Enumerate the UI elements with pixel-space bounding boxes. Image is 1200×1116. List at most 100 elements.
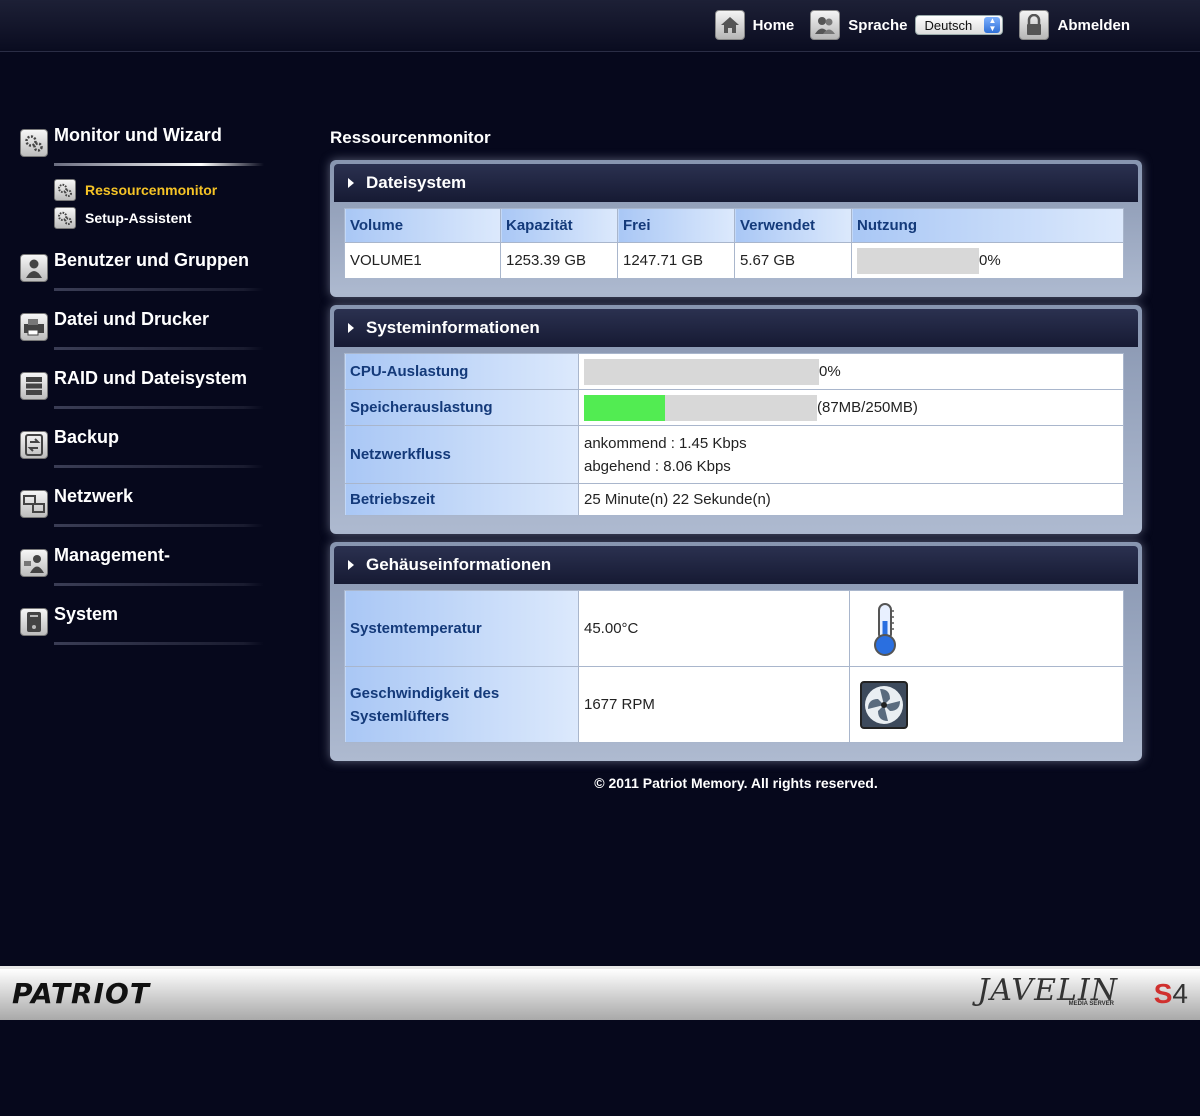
used-cell: 5.67 GB xyxy=(734,242,852,279)
sidebar-section-network: Netzwerk xyxy=(20,486,280,527)
page-title: Ressourcenmonitor xyxy=(330,128,491,147)
sidebar-item-label: Netzwerk xyxy=(54,486,134,506)
free-cell: 1247.71 GB xyxy=(617,242,735,279)
management-icon xyxy=(20,549,48,577)
panel-title: Gehäuseinformationen xyxy=(366,555,552,574)
sidebar-item-backup[interactable]: Backup xyxy=(20,427,280,459)
sidebar-divider xyxy=(54,583,264,586)
memory-label: Speicherauslastung xyxy=(344,389,579,426)
sidebar-item-label: Benutzer und Gruppen xyxy=(54,250,249,270)
s4-logo-number: 4 xyxy=(1172,978,1188,1009)
language-select[interactable]: Deutsch ▲ ▼ xyxy=(915,15,1004,35)
gears-icon xyxy=(54,179,76,201)
sidebar-item-label: Backup xyxy=(54,427,120,447)
sidebar: Monitor und Wizard Ressourcenmonitor Set… xyxy=(20,125,280,663)
home-link[interactable]: Home xyxy=(714,10,795,40)
expand-triangle-icon xyxy=(348,178,354,188)
uptime-value: 25 Minute(n) 22 Sekunde(n) xyxy=(578,483,1124,516)
fan-label-line: Systemlüfters xyxy=(350,707,450,725)
home-label: Home xyxy=(752,16,795,34)
filesystem-panel: Dateisystem Volume Kapazität Frei Verwen… xyxy=(330,160,1142,297)
table-row: Betriebszeit 25 Minute(n) 22 Sekunde(n) xyxy=(344,483,1124,516)
fan-label: Geschwindigkeit des Systemlüfters xyxy=(344,666,579,743)
column-header: Volume xyxy=(344,208,501,243)
sidebar-item-label: System xyxy=(54,604,119,624)
cpu-progress-bar xyxy=(584,358,819,385)
logout-label: Abmelden xyxy=(1057,16,1130,34)
panel-title: Systeminformationen xyxy=(366,318,540,337)
fan-icon xyxy=(860,680,908,729)
sidebar-divider xyxy=(54,465,264,468)
sidebar-item-files[interactable]: Datei und Drucker xyxy=(20,309,280,341)
panel-title: Dateisystem xyxy=(366,173,467,192)
language-select-value: Deutsch xyxy=(924,17,973,33)
capacity-cell: 1253.39 GB xyxy=(500,242,618,279)
sidebar-item-raid[interactable]: RAID und Dateisystem xyxy=(20,368,280,400)
sidebar-section-files: Datei und Drucker xyxy=(20,309,280,350)
sysinfo-panel: Systeminformationen CPU-Auslastung 0% Sp… xyxy=(330,305,1142,534)
sidebar-item-label: Management- xyxy=(54,545,171,565)
memory-text: (87MB/250MB) xyxy=(817,398,918,416)
filesystem-panel-header[interactable]: Dateisystem xyxy=(334,164,1138,202)
patriot-logo: PATRIOT xyxy=(12,977,150,1010)
cpu-text: 0% xyxy=(819,362,841,380)
select-stepper-icon: ▲ ▼ xyxy=(984,17,1001,33)
filesystem-table: Volume Kapazität Frei Verwendet Nutzung … xyxy=(344,208,1124,279)
usage-cell: 0% xyxy=(851,242,1124,279)
temperature-value: 45.00°C xyxy=(578,590,850,667)
sidebar-item-label: RAID und Dateisystem xyxy=(54,368,248,388)
sidebar-item-system[interactable]: System xyxy=(20,604,280,636)
sidebar-subitem-label: Setup-Assistent xyxy=(85,210,192,226)
table-row: Systemtemperatur 45.00°C xyxy=(344,590,1124,667)
gears-icon xyxy=(20,129,48,157)
sidebar-item-users[interactable]: Benutzer und Gruppen xyxy=(20,250,280,282)
sidebar-section-raid: RAID und Dateisystem xyxy=(20,368,280,409)
sidebar-section-system: System xyxy=(20,604,280,645)
s4-logo: S4 xyxy=(1154,978,1188,1010)
network-icon xyxy=(20,490,48,518)
sidebar-section-monitor: Monitor und Wizard Ressourcenmonitor Set… xyxy=(20,125,280,232)
sysinfo-panel-header[interactable]: Systeminformationen xyxy=(334,309,1138,347)
backup-icon xyxy=(20,431,48,459)
logout-link[interactable]: Abmelden xyxy=(1019,10,1130,40)
table-row: Speicherauslastung (87MB/250MB) xyxy=(344,389,1124,426)
sidebar-item-network[interactable]: Netzwerk xyxy=(20,486,280,518)
sidebar-subitem-ressourcenmonitor[interactable]: Ressourcenmonitor xyxy=(54,176,280,204)
memory-cell: (87MB/250MB) xyxy=(578,389,1124,426)
s4-logo-letter: S xyxy=(1153,978,1173,1009)
copyright-text: © 2011 Patriot Memory. All rights reserv… xyxy=(594,775,878,791)
temperature-icon-cell xyxy=(849,590,1124,667)
network-incoming: ankommend : 1.45 Kbps xyxy=(584,434,747,452)
chassis-panel-header[interactable]: Gehäuseinformationen xyxy=(334,546,1138,584)
network-label: Netzwerkfluss xyxy=(344,425,579,484)
column-header: Verwendet xyxy=(734,208,852,243)
sidebar-divider xyxy=(54,163,264,166)
sidebar-divider xyxy=(54,642,264,645)
volume-cell: VOLUME1 xyxy=(344,242,501,279)
memory-progress-fill xyxy=(584,394,666,421)
network-outgoing: abgehend : 8.06 Kbps xyxy=(584,457,731,475)
fan-label-line: Geschwindigkeit des xyxy=(350,684,500,702)
brand-bar: PATRIOT JAVELIN MEDIA SERVER S4 xyxy=(0,966,1200,1020)
top-nav: Home Sprache Deutsch ▲ ▼ Abmelden xyxy=(699,10,1130,40)
uptime-label: Betriebszeit xyxy=(344,483,579,516)
sidebar-item-management[interactable]: Management- xyxy=(20,545,280,577)
cpu-cell: 0% xyxy=(578,353,1124,390)
sysinfo-table: CPU-Auslastung 0% Speicherauslastung (87… xyxy=(344,353,1124,516)
home-icon xyxy=(714,10,745,40)
fan-value: 1677 RPM xyxy=(578,666,850,743)
sidebar-subitems: Ressourcenmonitor Setup-Assistent xyxy=(54,176,280,232)
lock-icon xyxy=(1019,10,1050,40)
sidebar-item-monitor[interactable]: Monitor und Wizard xyxy=(20,125,280,157)
chassis-panel: Gehäuseinformationen Systemtemperatur 45… xyxy=(330,542,1142,761)
table-row: Geschwindigkeit des Systemlüfters 1677 R… xyxy=(344,666,1124,743)
memory-progress-bar xyxy=(584,394,817,421)
network-cell: ankommend : 1.45 Kbps abgehend : 8.06 Kb… xyxy=(578,425,1124,484)
column-header: Nutzung xyxy=(851,208,1124,243)
media-server-label: MEDIA SERVER xyxy=(1068,1001,1114,1007)
sidebar-subitem-setup-assistent[interactable]: Setup-Assistent xyxy=(54,204,280,232)
sidebar-section-users: Benutzer und Gruppen xyxy=(20,250,280,291)
language-label: Sprache xyxy=(848,16,908,34)
fan-icon-cell xyxy=(849,666,1124,743)
column-header: Frei xyxy=(617,208,735,243)
